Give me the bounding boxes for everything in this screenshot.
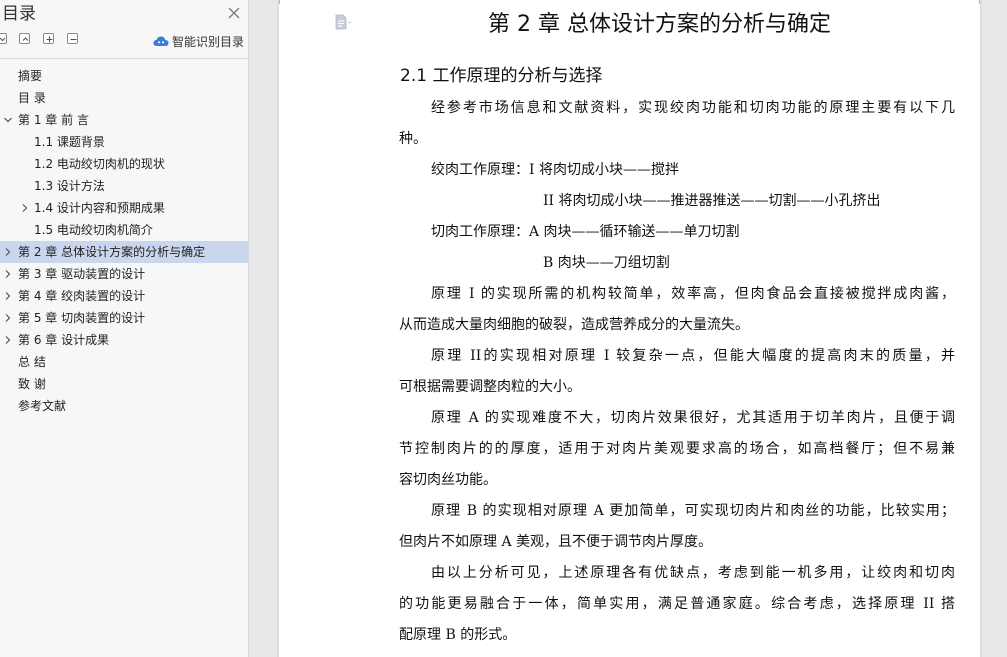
text-line: 经参考市场信息和文献资料，实现绞肉功能和切肉功能的原理主要有以下几	[431, 100, 955, 116]
toc-item-label: 1.5 电动绞切肉机简介	[34, 223, 153, 237]
chevron-down-icon[interactable]	[3, 115, 13, 125]
text-line: 切肉工作原理：A 肉块——循环输送——单刀切割	[431, 224, 740, 240]
chevron-right-icon[interactable]	[20, 203, 30, 213]
body-paragraph: 原理 I 的实现所需的机构较简单，效率高，但肉食品会直接被搅拌成肉酱， 从而造成…	[399, 279, 955, 341]
toc-item-label: 总 结	[18, 355, 46, 369]
text-line: 由以上分析可见，上述原理各有优缺点，考虑到能一机多用，让绞肉和切肉	[431, 565, 955, 581]
body-paragraph: 绞肉工作原理：I 将肉切成小块——搅拌 II 将肉切成小块——推进器推送——切割…	[399, 155, 955, 217]
toc-list: 摘要目 录第 1 章 前 言 1.1 课题背景 1.2 电动绞切肉机的现状 1.3 设…	[0, 65, 248, 417]
toc-item[interactable]: 1.5 电动绞切肉机简介	[0, 219, 248, 241]
toc-item[interactable]: 第 1 章 前 言	[0, 109, 248, 131]
text-line: 可根据需要调整肉粒的大小。	[399, 379, 581, 395]
toc-item-label: 目 录	[18, 91, 46, 105]
toc-item[interactable]: 1.3 设计方法	[0, 175, 248, 197]
text-line: II 将肉切成小块——推进器推送——切割——小孔挤出	[543, 193, 881, 209]
text-line: 但肉片不如原理 A 美观，且不便于调节肉片厚度。	[399, 534, 713, 550]
toc-item-label: 第 6 章 设计成果	[18, 333, 110, 347]
close-icon[interactable]	[227, 5, 241, 19]
toc-item[interactable]: 致 谢	[0, 373, 248, 395]
toc-item-label: 1.4 设计内容和预期成果	[34, 201, 165, 215]
plus-icon[interactable]	[43, 33, 54, 44]
chevron-right-icon[interactable]	[3, 291, 13, 301]
text-line: 原理 A 的实现难度不大，切肉片效果很好，尤其适用于切羊肉片，且便于调	[431, 410, 955, 426]
toc-divider	[0, 58, 248, 59]
toc-panel-title: 目录	[2, 4, 36, 24]
chapter-heading: 第 2 章 总体设计方案的分析与确定	[488, 12, 831, 37]
body-paragraph: 切肉工作原理：A 肉块——循环输送——单刀切割 B 肉块——刀组切割	[399, 217, 955, 279]
text-line: 绞肉工作原理：I 将肉切成小块——搅拌	[431, 162, 679, 178]
text-line: 从而造成大量肉细胞的破裂，造成营养成分的大量流失。	[399, 317, 749, 333]
document-page[interactable]: 第 2 章 总体设计方案的分析与确定 2.1 工作原理的分析与选择 经参考市场信…	[279, 0, 980, 657]
chevron-right-icon[interactable]	[3, 335, 13, 345]
toc-item[interactable]: 1.2 电动绞切肉机的现状	[0, 153, 248, 175]
toc-item[interactable]: 第 5 章 切肉装置的设计	[0, 307, 248, 329]
toc-item[interactable]: 1.4 设计内容和预期成果	[0, 197, 248, 219]
smart-toc-label: 智能识别目录	[172, 34, 245, 49]
toc-panel: 目录 智能识别目录 摘要目 录第 1 章 前 言 1.1 课题背景 1.2 电动绞切…	[0, 0, 249, 657]
collapse-all-icon[interactable]	[0, 33, 7, 44]
toc-item[interactable]: 总 结	[0, 351, 248, 373]
toc-item[interactable]: 第 4 章 绞肉装置的设计	[0, 285, 248, 307]
page-corner-mark	[279, 0, 280, 4]
toc-item-label: 第 3 章 驱动装置的设计	[18, 267, 146, 281]
toc-item-label: 1.1 课题背景	[34, 135, 105, 149]
toc-item-label: 致 谢	[18, 377, 46, 391]
body-paragraph: 经参考市场信息和文献资料，实现绞肉功能和切肉功能的原理主要有以下几 种。	[399, 93, 955, 155]
toc-item[interactable]: 第 6 章 设计成果	[0, 329, 248, 351]
body-paragraph: 原理 B 的实现相对原理 A 更加简单，可实现切肉片和肉丝的功能，比较实用； 但…	[399, 496, 955, 558]
toc-item[interactable]: 1.1 课题背景	[0, 131, 248, 153]
text-line: 种。	[399, 131, 427, 147]
chevron-right-icon[interactable]	[3, 313, 13, 323]
toc-item[interactable]: 第 2 章 总体设计方案的分析与确定	[0, 241, 248, 263]
chevron-up-icon[interactable]	[19, 33, 30, 44]
toc-item[interactable]: 摘要	[0, 65, 248, 87]
cloud-ai-icon	[153, 36, 169, 46]
toc-item[interactable]: 参考文献	[0, 395, 248, 417]
toc-item[interactable]: 目 录	[0, 87, 248, 109]
toc-item-label: 参考文献	[18, 399, 67, 413]
body-paragraph: 原理 A 的实现难度不大，切肉片效果很好，尤其适用于切羊肉片，且便于调 节控制肉…	[399, 403, 955, 496]
minus-icon[interactable]	[67, 33, 78, 44]
section-heading: 2.1 工作原理的分析与选择	[400, 66, 603, 86]
smart-toc-button[interactable]: 智能识别目录	[153, 32, 244, 50]
toc-item-label: 第 4 章 绞肉装置的设计	[18, 289, 146, 303]
toc-item[interactable]: 第 3 章 驱动装置的设计	[0, 263, 248, 285]
text-line: B 肉块——刀组切割	[543, 255, 670, 271]
toc-item-label: 第 1 章 前 言	[18, 113, 89, 127]
text-line: 原理 II的实现相对原理 I 较复杂一点，但能大幅度的提高肉末的质量，并	[431, 348, 955, 364]
toc-toolbar: 智能识别目录	[0, 32, 249, 50]
body-paragraph: 原理 II的实现相对原理 I 较复杂一点，但能大幅度的提高肉末的质量，并 可根据…	[399, 341, 955, 403]
toc-item-label: 第 2 章 总体设计方案的分析与确定	[18, 245, 206, 259]
document-workspace: 第 2 章 总体设计方案的分析与确定 2.1 工作原理的分析与选择 经参考市场信…	[249, 0, 1007, 657]
text-line: 节控制肉片的的厚度，适用于对肉片美观要求高的场合，如高档餐厅；但不易兼	[399, 441, 955, 457]
page-corner-mark	[979, 0, 980, 4]
text-line: 容切肉丝功能。	[399, 472, 497, 488]
chevron-right-icon[interactable]	[3, 247, 13, 257]
text-line: 的功能更易融合于一体，简单实用，满足普通家庭。综合考虑，选择原理 II 搭	[399, 596, 955, 612]
text-line: 原理 B 的实现相对原理 A 更加简单，可实现切肉片和肉丝的功能，比较实用；	[431, 503, 955, 519]
text-line: 原理 I 的实现所需的机构较简单，效率高，但肉食品会直接被搅拌成肉酱，	[431, 286, 955, 302]
text-line: 配原理 B 的形式。	[399, 627, 517, 643]
toc-item-label: 1.2 电动绞切肉机的现状	[34, 157, 165, 171]
toc-item-label: 摘要	[18, 69, 43, 83]
chevron-right-icon[interactable]	[3, 269, 13, 279]
toc-item-label: 第 5 章 切肉装置的设计	[18, 311, 146, 325]
toc-item-label: 1.3 设计方法	[34, 179, 105, 193]
body-paragraph: 由以上分析可见，上述原理各有优缺点，考虑到能一机多用，让绞肉和切肉 的功能更易融…	[399, 558, 955, 651]
